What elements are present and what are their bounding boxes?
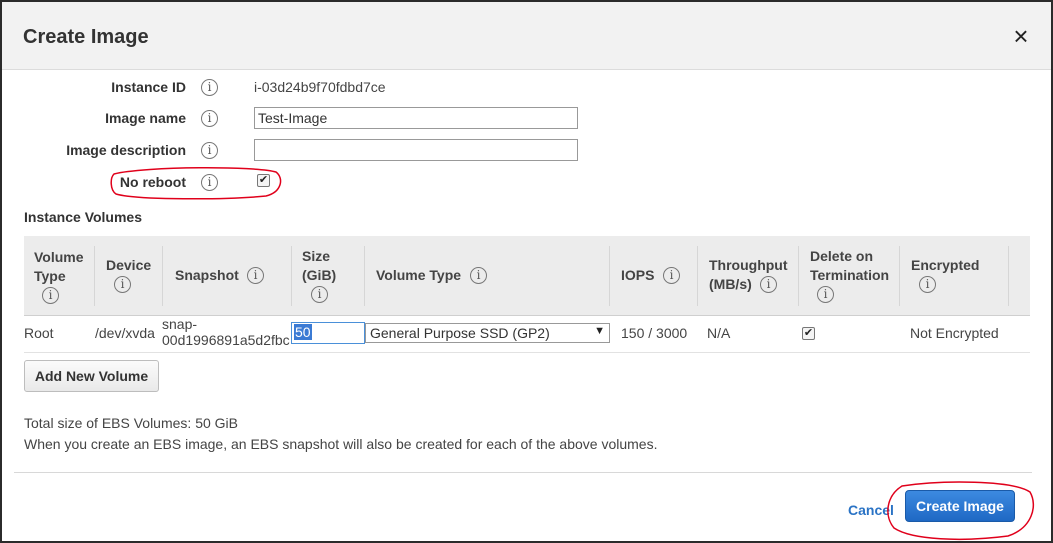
- col-throughput-line2: (MB/s): [709, 276, 752, 292]
- cancel-link[interactable]: Cancel: [848, 502, 894, 518]
- column-divider: [1008, 246, 1009, 306]
- create-image-button[interactable]: Create Image: [905, 490, 1015, 522]
- col-delete-line2: Termination: [810, 267, 890, 283]
- col-snapshot-header: Snapshot: [175, 267, 239, 283]
- footer-divider: [14, 472, 1032, 473]
- row-volume-type: Root: [24, 325, 54, 341]
- info-icon[interactable]: i: [470, 267, 487, 284]
- info-icon[interactable]: i: [760, 276, 777, 293]
- row-snapshot-line1: snap-: [162, 316, 198, 332]
- image-name-label: Image name: [105, 110, 186, 126]
- close-icon[interactable]: ×: [1009, 23, 1033, 49]
- col-delete-line1: Delete on: [810, 248, 874, 264]
- column-divider: [798, 246, 799, 306]
- info-icon[interactable]: i: [663, 267, 680, 284]
- row-iops: 150 / 3000: [621, 325, 688, 341]
- info-icon[interactable]: i: [201, 110, 218, 127]
- snapshot-note-text: When you create an EBS image, an EBS sna…: [24, 436, 658, 452]
- column-divider: [364, 246, 365, 306]
- row-encrypted: Not Encrypted: [910, 325, 999, 341]
- column-divider: [697, 246, 698, 306]
- dialog-title: Create Image: [23, 26, 149, 48]
- volume-type-select[interactable]: General Purpose SSD (GP2) ▼: [365, 323, 610, 343]
- volume-size-input[interactable]: 50: [291, 322, 365, 344]
- info-icon[interactable]: i: [919, 276, 936, 293]
- row-device: /dev/xvda: [95, 325, 155, 341]
- dropdown-arrow-icon: ▼: [594, 325, 605, 337]
- volumes-table-header: Volume Type i Device i Snapshot i Size (…: [24, 236, 1030, 316]
- row-snapshot: snap- 00d1996891a5d2fbc: [162, 316, 290, 348]
- image-description-input[interactable]: [254, 139, 578, 161]
- image-name-input[interactable]: [254, 107, 578, 129]
- info-icon[interactable]: i: [42, 287, 59, 304]
- delete-on-termination-checkbox[interactable]: ✔: [802, 327, 815, 340]
- col-volume-type-line1: Volume: [34, 249, 84, 265]
- info-icon[interactable]: i: [114, 276, 131, 293]
- add-new-volume-button[interactable]: Add New Volume: [24, 360, 159, 392]
- total-size-text: Total size of EBS Volumes: 50 GiB: [24, 415, 238, 431]
- column-divider: [94, 246, 95, 306]
- column-divider: [899, 246, 900, 306]
- image-description-label: Image description: [66, 142, 186, 158]
- column-divider: [609, 246, 610, 306]
- info-icon[interactable]: i: [201, 79, 218, 96]
- col-size-line2: (GiB): [302, 267, 337, 283]
- instance-volumes-title: Instance Volumes: [24, 209, 143, 225]
- volume-type-selected: General Purpose SSD (GP2): [370, 325, 550, 341]
- volume-size-value: 50: [294, 324, 312, 340]
- col-delete-on-termination-header: Delete on Termination: [810, 247, 889, 285]
- dialog-frame: Create Image × Instance ID i i-03d24b9f7…: [0, 0, 1053, 543]
- dialog-header: Create Image ×: [2, 2, 1051, 70]
- col-size-line1: Size: [302, 248, 331, 264]
- row-throughput: N/A: [707, 325, 731, 341]
- col-device-header: Device: [106, 257, 152, 273]
- col-volume-type-header: Volume Type: [34, 248, 84, 286]
- row-snapshot-line2: 00d1996891a5d2fbc: [162, 332, 290, 348]
- col-encrypted-header: Encrypted: [911, 257, 980, 273]
- info-icon[interactable]: i: [817, 286, 834, 303]
- no-reboot-label: No reboot: [119, 174, 186, 190]
- column-divider: [162, 246, 163, 306]
- info-icon[interactable]: i: [201, 142, 218, 159]
- no-reboot-checkbox[interactable]: ✔: [257, 174, 270, 187]
- col-throughput-line1: Throughput: [709, 257, 788, 273]
- instance-id-value: i-03d24b9f70fdbd7ce: [254, 79, 386, 95]
- column-divider: [291, 246, 292, 306]
- col-volume-type-line2: Type: [34, 268, 66, 284]
- col-size-header: Size (GiB): [302, 247, 336, 285]
- info-icon[interactable]: i: [247, 267, 264, 284]
- instance-id-label: Instance ID: [111, 79, 186, 95]
- col-iops-header: IOPS: [621, 267, 655, 283]
- info-icon[interactable]: i: [201, 174, 218, 191]
- col-volume-type-select-header: Volume Type: [376, 267, 462, 283]
- info-icon[interactable]: i: [311, 286, 328, 303]
- row-divider: [24, 352, 1030, 353]
